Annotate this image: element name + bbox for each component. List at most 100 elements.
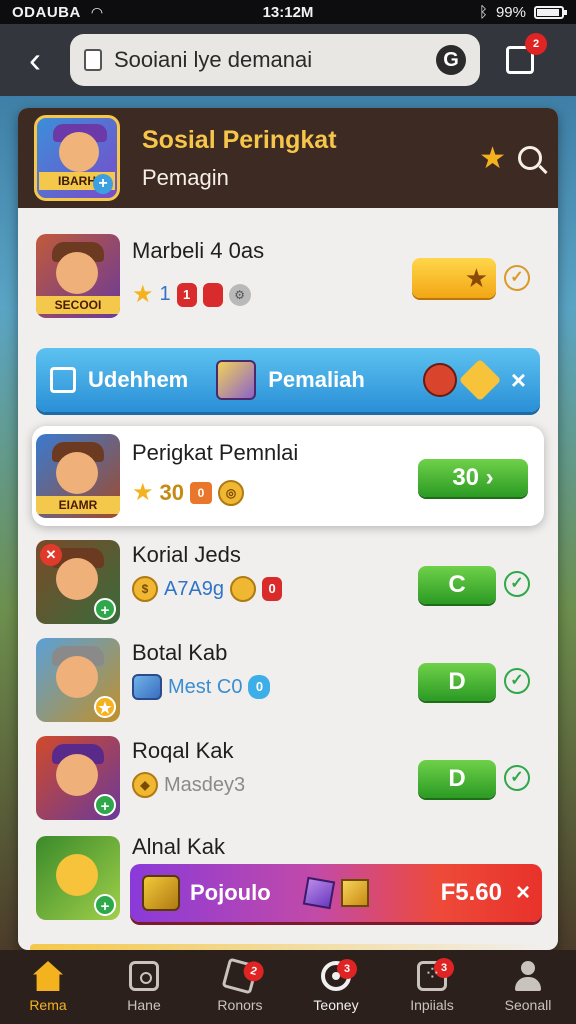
wifi-icon: ◠ <box>90 3 104 20</box>
home-icon <box>33 961 63 991</box>
orange-badge: 0 <box>190 481 212 504</box>
blue-badge: 0 <box>248 675 271 699</box>
info-banner[interactable]: Udehhem Pemaliah × <box>36 348 540 412</box>
red-badge-icon <box>202 282 223 307</box>
panel-subtitle: Pemagin <box>142 164 229 190</box>
plus-icon: + <box>94 894 116 916</box>
action-button[interactable]: D <box>418 663 496 701</box>
share-button[interactable]: 2 <box>506 33 547 74</box>
pirate-icon <box>422 363 457 397</box>
nav-label: Teoney <box>313 997 359 1013</box>
plus-icon: + <box>94 598 116 620</box>
panel-title: Sosial Peringkat <box>142 125 337 154</box>
target-icon: 3 <box>321 959 357 991</box>
star-icon: ★ <box>464 262 488 293</box>
player-stats: $ A7A9g 0 <box>132 576 283 602</box>
player-avatar: SECOOI <box>36 234 120 318</box>
plus-icon: + <box>93 174 113 194</box>
player-avatar: + <box>36 736 120 820</box>
share-badge: 2 <box>525 33 547 55</box>
panel-header: IBARH + Sosial Peringkat Pemagin ★ <box>18 108 558 208</box>
player-name: Botal Kab <box>132 640 228 665</box>
player-name: Roqal Kak <box>132 738 234 763</box>
promo-price: F5.60 <box>440 879 502 906</box>
game-icon[interactable]: IBARH + <box>34 115 120 201</box>
promo-label: Pojoulo <box>190 880 271 905</box>
nav-inpiials[interactable]: 3 Inpiials <box>384 950 480 1024</box>
user-icon <box>513 961 543 991</box>
nav-badge: 2 <box>241 959 266 984</box>
close-icon[interactable]: × <box>511 365 526 396</box>
nav-teoney[interactable]: 3 Teoney <box>288 950 384 1024</box>
action-button[interactable]: D <box>418 760 496 798</box>
sparkle-icon <box>458 358 502 402</box>
nav-label: Seonall <box>504 997 552 1013</box>
bottom-nav: Rema Hane 2 Ronors 3 Teoney 3 Inpiials S… <box>0 950 576 1024</box>
player-stats: ★ 1 1 ⚙ <box>132 280 251 309</box>
player-name: Korial Jeds <box>132 542 241 567</box>
crate-icon <box>340 879 369 907</box>
banner-left-text: Udehhem <box>88 367 189 392</box>
url-text: Sooiani lye demanai <box>114 47 313 72</box>
nav-badge: 3 <box>434 958 454 978</box>
search-icon[interactable] <box>518 146 542 170</box>
gear-icon: ⚙ <box>228 283 251 306</box>
tool-icon: 2 <box>221 957 266 995</box>
avatar-tag: EIAMR <box>36 496 120 514</box>
nav-ronors[interactable]: 2 Ronors <box>192 950 288 1024</box>
battery-percent: 99% <box>495 3 526 21</box>
coin-icon: ◎ <box>218 479 244 506</box>
coin-icon: $ <box>132 576 158 602</box>
star-button[interactable]: ★ <box>412 258 496 298</box>
nav-hane[interactable]: Hane <box>96 950 192 1024</box>
stat-value: A7A9g <box>164 577 225 600</box>
chest-icon <box>142 875 180 911</box>
player-name: Perigkat Pemnlai <box>132 440 299 465</box>
nav-label: Hane <box>127 997 161 1013</box>
player-stats: ★ 30 0 ◎ <box>132 478 244 507</box>
check-icon[interactable]: ✓ <box>504 668 530 694</box>
player-name: Alnal Kak <box>132 834 225 859</box>
check-icon[interactable]: ✓ <box>504 265 530 291</box>
bracket-icon <box>50 367 76 393</box>
chevron-left-icon: ‹ <box>29 39 41 80</box>
nav-label: Ronors <box>217 997 263 1013</box>
bluetooth-icon: ᛒ <box>478 3 488 21</box>
address-bar[interactable]: Sooiani lye demanai G <box>70 34 480 86</box>
promo-bar[interactable]: Pojoulo F5.60 × <box>130 864 542 922</box>
back-button[interactable]: ‹ <box>0 24 70 96</box>
stat-value: Masdey3 <box>164 773 246 796</box>
carrier-name: ODAUBA <box>12 3 81 21</box>
star-icon[interactable]: ★ <box>479 141 506 176</box>
gem-icon <box>132 674 162 700</box>
nav-seonall[interactable]: Seonall <box>480 950 576 1024</box>
refresh-icon[interactable]: G <box>436 45 466 75</box>
nav-badge: 3 <box>337 959 357 979</box>
dice-icon: 3 <box>417 958 454 991</box>
player-stats: Mest C0 0 <box>132 674 271 700</box>
page-icon <box>84 49 102 71</box>
star-icon: ★ <box>132 281 154 308</box>
battery-icon <box>534 5 567 19</box>
stat-value: 1 <box>159 283 171 305</box>
avatar-tag: SECOOI <box>36 296 120 314</box>
check-icon[interactable]: ✓ <box>504 571 530 597</box>
score-button[interactable]: 30 › <box>418 459 528 497</box>
stat-value: 30 <box>159 479 184 505</box>
coin-icon: ◆ <box>132 772 158 798</box>
nav-home[interactable]: Rema <box>0 950 96 1024</box>
gem-icon <box>302 876 335 910</box>
status-bar: ODAUBA ◠ 13:12M ᛒ 99% <box>0 0 576 24</box>
plus-icon: + <box>94 794 116 816</box>
player-name: Marbeli 4 0as <box>132 238 265 263</box>
camera-icon <box>129 961 159 991</box>
browser-toolbar: ‹ Sooiani lye demanai G 2 <box>0 24 576 96</box>
player-avatar: ✕ + <box>36 540 120 624</box>
action-button[interactable]: C <box>418 566 496 604</box>
stat-value: Mest C0 <box>168 675 243 698</box>
star-icon: ★ <box>132 479 154 506</box>
close-icon[interactable]: × <box>516 879 530 907</box>
coin-stack-icon <box>230 576 257 602</box>
close-icon: ✕ <box>40 544 62 566</box>
check-icon[interactable]: ✓ <box>504 765 530 791</box>
